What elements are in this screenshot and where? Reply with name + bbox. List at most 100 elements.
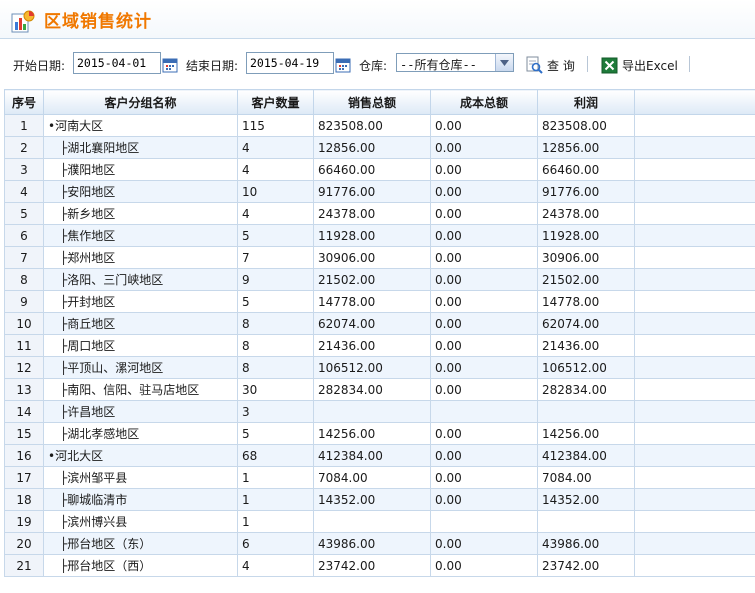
calendar-icon[interactable] xyxy=(335,57,351,73)
customer-count-cell: 6 xyxy=(237,532,314,555)
filler-cell xyxy=(634,334,755,357)
table-row[interactable]: 9 ├开封地区 5 14778.00 0.00 14778.00 xyxy=(4,290,755,313)
filler-cell xyxy=(634,268,755,291)
group-name-cell: ├湖北孝感地区 xyxy=(43,422,238,445)
cost-total-cell xyxy=(430,510,538,533)
row-number: 2 xyxy=(4,136,44,159)
table-body: 1 •河南大区 115 823508.00 0.00 823508.00 2 ├湖北襄阳地区 4… xyxy=(4,114,755,577)
table-row[interactable]: 12 ├平顶山、漯河地区 8 106512.00 0.00 106512.00 xyxy=(4,356,755,379)
table-row[interactable]: 21 ├邢台地区（西） 4 23742.00 0.00 23742.00 xyxy=(4,554,755,577)
column-header-no[interactable]: 序号 xyxy=(4,89,44,115)
table-row[interactable]: 13 ├南阳、信阳、驻马店地区 30 282834.00 0.00 282834.00 xyxy=(4,378,755,401)
sales-total-cell xyxy=(313,510,431,533)
sales-total-cell: 106512.00 xyxy=(313,356,431,379)
sales-total-cell: 412384.00 xyxy=(313,444,431,467)
group-name-cell: ├濮阳地区 xyxy=(43,158,238,181)
row-number: 19 xyxy=(4,510,44,533)
chevron-down-icon[interactable] xyxy=(495,54,513,71)
cost-total-cell: 0.00 xyxy=(430,378,538,401)
group-name-cell: •河南大区 xyxy=(43,114,238,137)
profit-cell: 7084.00 xyxy=(537,466,635,489)
table-row[interactable]: 8 ├洛阳、三门峡地区 9 21502.00 0.00 21502.00 xyxy=(4,268,755,291)
customer-count-cell: 9 xyxy=(237,268,314,291)
row-number: 21 xyxy=(4,554,44,577)
profit-cell xyxy=(537,510,635,533)
profit-cell: 14778.00 xyxy=(537,290,635,313)
customer-count-cell: 1 xyxy=(237,488,314,511)
group-name-cell: ├安阳地区 xyxy=(43,180,238,203)
table-row[interactable]: 11 ├周口地区 8 21436.00 0.00 21436.00 xyxy=(4,334,755,357)
customer-count-cell: 4 xyxy=(237,202,314,225)
cost-total-cell: 0.00 xyxy=(430,268,538,291)
profit-cell: 23742.00 xyxy=(537,554,635,577)
customer-count-cell: 115 xyxy=(237,114,314,137)
table-row[interactable]: 14 ├许昌地区 3 xyxy=(4,400,755,423)
table-row[interactable]: 5 ├新乡地区 4 24378.00 0.00 24378.00 xyxy=(4,202,755,225)
table-row[interactable]: 19 ├滨州博兴县 1 xyxy=(4,510,755,533)
column-header-profit[interactable]: 利润 xyxy=(537,89,635,115)
page-title: 区域销售统计 xyxy=(44,12,152,32)
sales-total-cell: 43986.00 xyxy=(313,532,431,555)
table-row[interactable]: 2 ├湖北襄阳地区 4 12856.00 0.00 12856.00 xyxy=(4,136,755,159)
filler-cell xyxy=(634,422,755,445)
start-date-input[interactable] xyxy=(73,52,161,74)
warehouse-select-value: --所有仓库-- xyxy=(400,58,477,72)
cost-total-cell: 0.00 xyxy=(430,312,538,335)
calendar-icon[interactable] xyxy=(162,57,178,73)
customer-count-cell: 8 xyxy=(237,334,314,357)
table-row[interactable]: 15 ├湖北孝感地区 5 14256.00 0.00 14256.00 xyxy=(4,422,755,445)
title-bar: 区域销售统计 xyxy=(0,0,755,39)
group-name-cell: ├焦作地区 xyxy=(43,224,238,247)
row-number: 10 xyxy=(4,312,44,335)
profit-cell: 24378.00 xyxy=(537,202,635,225)
toolbar-divider xyxy=(587,56,588,72)
table-row[interactable]: 10 ├商丘地区 8 62074.00 0.00 62074.00 xyxy=(4,312,755,335)
report-app-icon xyxy=(11,10,35,33)
column-header-customer-count[interactable]: 客户数量 xyxy=(237,89,314,115)
export-excel-button[interactable]: 导出Excel xyxy=(601,55,678,75)
warehouse-select[interactable]: --所有仓库-- xyxy=(396,53,514,72)
row-number: 7 xyxy=(4,246,44,269)
table-row[interactable]: 6 ├焦作地区 5 11928.00 0.00 11928.00 xyxy=(4,224,755,247)
group-name-cell: ├邢台地区（西） xyxy=(43,554,238,577)
row-number: 15 xyxy=(4,422,44,445)
cost-total-cell xyxy=(430,400,538,423)
table-row[interactable]: 7 ├郑州地区 7 30906.00 0.00 30906.00 xyxy=(4,246,755,269)
column-header-cost-total[interactable]: 成本总额 xyxy=(430,89,538,115)
table-row[interactable]: 3 ├濮阳地区 4 66460.00 0.00 66460.00 xyxy=(4,158,755,181)
filter-toolbar: 开始日期: 结束日期: 仓库: --所有仓库-- 查 xyxy=(0,44,755,84)
profit-cell: 282834.00 xyxy=(537,378,635,401)
customer-count-cell: 10 xyxy=(237,180,314,203)
cost-total-cell: 0.00 xyxy=(430,246,538,269)
filler-cell xyxy=(634,290,755,313)
customer-count-cell: 5 xyxy=(237,290,314,313)
filler-cell xyxy=(634,466,755,489)
row-number: 13 xyxy=(4,378,44,401)
profit-cell: 14256.00 xyxy=(537,422,635,445)
customer-count-cell: 4 xyxy=(237,554,314,577)
table-row[interactable]: 1 •河南大区 115 823508.00 0.00 823508.00 xyxy=(4,114,755,137)
profit-cell: 14352.00 xyxy=(537,488,635,511)
filler-cell xyxy=(634,356,755,379)
group-name-cell: ├新乡地区 xyxy=(43,202,238,225)
column-header-group-name[interactable]: 客户分组名称 xyxy=(43,89,238,115)
filler-cell xyxy=(634,312,755,335)
table-row[interactable]: 17 ├滨州邹平县 1 7084.00 0.00 7084.00 xyxy=(4,466,755,489)
cost-total-cell: 0.00 xyxy=(430,532,538,555)
table-row[interactable]: 18 ├聊城临清市 1 14352.00 0.00 14352.00 xyxy=(4,488,755,511)
filler-cell xyxy=(634,554,755,577)
query-button[interactable]: 查 询 xyxy=(525,55,575,75)
group-name-cell: ├平顶山、漯河地区 xyxy=(43,356,238,379)
customer-count-cell: 8 xyxy=(237,356,314,379)
toolbar-divider xyxy=(689,56,690,72)
table-row[interactable]: 4 ├安阳地区 10 91776.00 0.00 91776.00 xyxy=(4,180,755,203)
sales-total-cell: 62074.00 xyxy=(313,312,431,335)
customer-count-cell: 4 xyxy=(237,136,314,159)
table-row[interactable]: 20 ├邢台地区（东） 6 43986.00 0.00 43986.00 xyxy=(4,532,755,555)
end-date-input[interactable] xyxy=(246,52,334,74)
table-row[interactable]: 16 •河北大区 68 412384.00 0.00 412384.00 xyxy=(4,444,755,467)
row-number: 14 xyxy=(4,400,44,423)
column-header-sales-total[interactable]: 销售总额 xyxy=(313,89,431,115)
profit-cell: 30906.00 xyxy=(537,246,635,269)
customer-count-cell: 30 xyxy=(237,378,314,401)
